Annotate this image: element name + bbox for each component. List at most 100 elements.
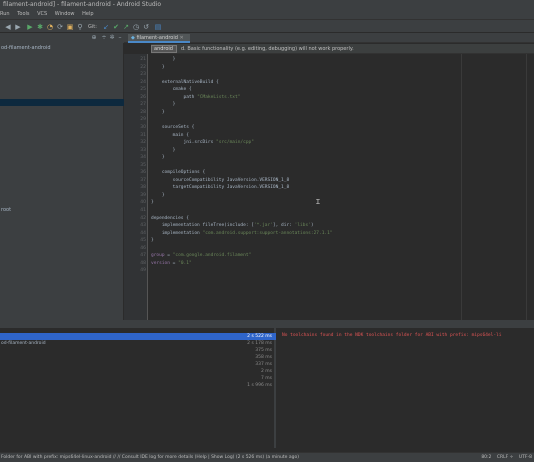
code-token: compileOptions { xyxy=(151,170,206,176)
editor-tab-bar: ◆ filament-android ✕ xyxy=(124,33,534,43)
git-update-icon[interactable]: ↙ xyxy=(102,23,110,31)
line-number: 43 xyxy=(140,223,146,229)
code-line: jni.srcDirs "src/main/cpp" xyxy=(151,140,254,145)
status-bar: Folder for ABI with prefix: mips64el-lin… xyxy=(0,452,534,462)
build-row[interactable]: 2 s 522 ms xyxy=(0,333,276,340)
tab-filament-android[interactable]: ◆ filament-android ✕ xyxy=(128,34,190,43)
code-token: } xyxy=(151,109,165,115)
code-line: } xyxy=(151,147,176,153)
banner-tag: android xyxy=(151,45,177,53)
code-token: } xyxy=(151,147,176,153)
code-line: group = "com.google.android.filament" xyxy=(151,253,251,258)
code-token: main { xyxy=(151,132,189,138)
sync-icon[interactable]: ⟳ xyxy=(56,23,64,31)
code-token: implementation xyxy=(151,230,203,236)
line-separator[interactable]: CRLF ÷ xyxy=(497,455,514,460)
gear-icon[interactable]: ✲ xyxy=(108,34,116,42)
menu-bar: Run Tools VCS Window Help xyxy=(0,10,534,19)
menu-help[interactable]: Help xyxy=(82,10,93,19)
forward-arrow-icon[interactable]: ▶ xyxy=(14,23,22,31)
line-number: 39 xyxy=(140,192,146,198)
code-line: main { xyxy=(151,133,189,138)
history-icon[interactable]: ◷ xyxy=(132,23,140,31)
close-tab-icon[interactable]: ✕ xyxy=(178,35,183,41)
code-token: ) xyxy=(310,223,314,229)
code-line: } xyxy=(151,65,165,70)
git-push-icon[interactable]: ↗ xyxy=(122,23,130,31)
build-row[interactable]: 7 ms xyxy=(0,375,276,382)
line-number: 27 xyxy=(140,102,146,108)
code-line: } xyxy=(151,200,154,205)
code-line: cmake { xyxy=(151,87,192,92)
menu-window[interactable]: Window xyxy=(55,10,75,19)
line-number: 38 xyxy=(140,185,146,191)
back-arrow-icon[interactable]: ◀ xyxy=(4,23,12,31)
line-number: 28 xyxy=(140,109,146,115)
file-encoding[interactable]: UTF-8 xyxy=(519,455,532,460)
code-token: } xyxy=(151,57,176,62)
code-line: } xyxy=(151,193,165,198)
run-icon[interactable]: ▶ xyxy=(26,23,34,31)
line-number: 40 xyxy=(140,200,146,206)
build-output: No toolchains found in the NDK toolchain… xyxy=(278,328,534,448)
tree-item-selected[interactable] xyxy=(0,99,124,106)
avd-manager-icon[interactable]: ▣ xyxy=(66,23,74,31)
git-label: Git: xyxy=(88,24,97,30)
code-line: targetCompatibility JavaVersion.VERSION_… xyxy=(151,185,290,191)
build-row-time: 7 ms xyxy=(260,376,272,381)
tree-item[interactable]: od-filament-android xyxy=(0,45,124,52)
build-row[interactable]: 1 s 996 ms xyxy=(0,382,276,389)
build-row[interactable]: od-filament-android 2 s 178 ms xyxy=(0,340,276,347)
build-tool-window: 2 s 522 ms od-filament-android 2 s 178 ms 3… xyxy=(0,320,534,448)
build-row[interactable]: 358 ms xyxy=(0,354,276,361)
code-line: } xyxy=(151,57,176,62)
search-icon[interactable]: ⚲ xyxy=(76,23,84,31)
banner-text: d. Basic functionality (e.g. editing, de… xyxy=(181,46,354,52)
code-token: path xyxy=(151,94,198,100)
line-number: 23 xyxy=(140,72,146,78)
code-token-str: "0.1" xyxy=(178,260,192,266)
build-row-label: od-filament-android xyxy=(1,341,46,346)
code-token-ident: version xyxy=(151,260,170,266)
tree-item[interactable]: root xyxy=(0,207,124,214)
collapse-icon[interactable]: ÷ xyxy=(100,34,108,42)
menu-tools[interactable]: Tools xyxy=(17,10,29,19)
code-token: targetCompatibility JavaVersion.VERSION_… xyxy=(151,185,290,191)
window-title: filament-android] - filament-android - A… xyxy=(0,0,534,10)
code-token-str: "com.google.android.filament" xyxy=(172,253,252,259)
code-token-str: "CMakeLists.txt" xyxy=(197,94,241,100)
build-row[interactable]: 337 ms xyxy=(0,361,276,368)
line-number: 26 xyxy=(140,94,146,100)
code-editor[interactable]: } } externalNativeBuild { cmake { path "… xyxy=(149,54,534,320)
code-line: compileOptions { xyxy=(151,170,205,175)
caret-position[interactable]: 80:2 xyxy=(481,455,491,460)
editor-scrollbar[interactable] xyxy=(526,54,534,320)
line-number: 48 xyxy=(140,260,146,266)
build-row[interactable]: 2 ms xyxy=(0,368,276,375)
line-number: 41 xyxy=(140,208,146,213)
line-number: 30 xyxy=(140,124,146,130)
code-line: dependencies { xyxy=(151,216,189,221)
menu-vcs[interactable]: VCS xyxy=(37,10,47,19)
line-number: 45 xyxy=(140,238,146,244)
revert-icon[interactable]: ↺ xyxy=(142,23,150,31)
target-icon[interactable]: ⊕ xyxy=(90,34,98,42)
text-cursor-icon: Ɪ xyxy=(316,198,320,206)
menu-run[interactable]: Run xyxy=(0,10,10,19)
code-line: implementation fileTree(include: ['*.jar… xyxy=(151,223,314,228)
hide-panel-icon[interactable]: – xyxy=(116,34,124,42)
project-panel-header: ⊕ ÷ ✲ – xyxy=(0,33,124,43)
code-token: sourceSets { xyxy=(151,124,195,130)
debug-icon[interactable]: ✱ xyxy=(36,23,44,31)
profile-icon[interactable]: ◔ xyxy=(46,23,54,31)
code-token: cmake { xyxy=(151,87,192,93)
build-row[interactable]: 375 ms xyxy=(0,347,276,354)
status-indicators: 80:2 CRLF ÷ UTF-8 xyxy=(477,453,532,462)
code-line: } xyxy=(151,155,165,160)
git-commit-icon[interactable]: ✔ xyxy=(112,23,120,31)
code-token: jni.srcDirs xyxy=(151,140,217,146)
line-number: 25 xyxy=(140,87,146,93)
line-number: 49 xyxy=(140,268,146,274)
diff-icon[interactable]: ▤ xyxy=(154,23,162,31)
line-number: 47 xyxy=(140,253,146,259)
